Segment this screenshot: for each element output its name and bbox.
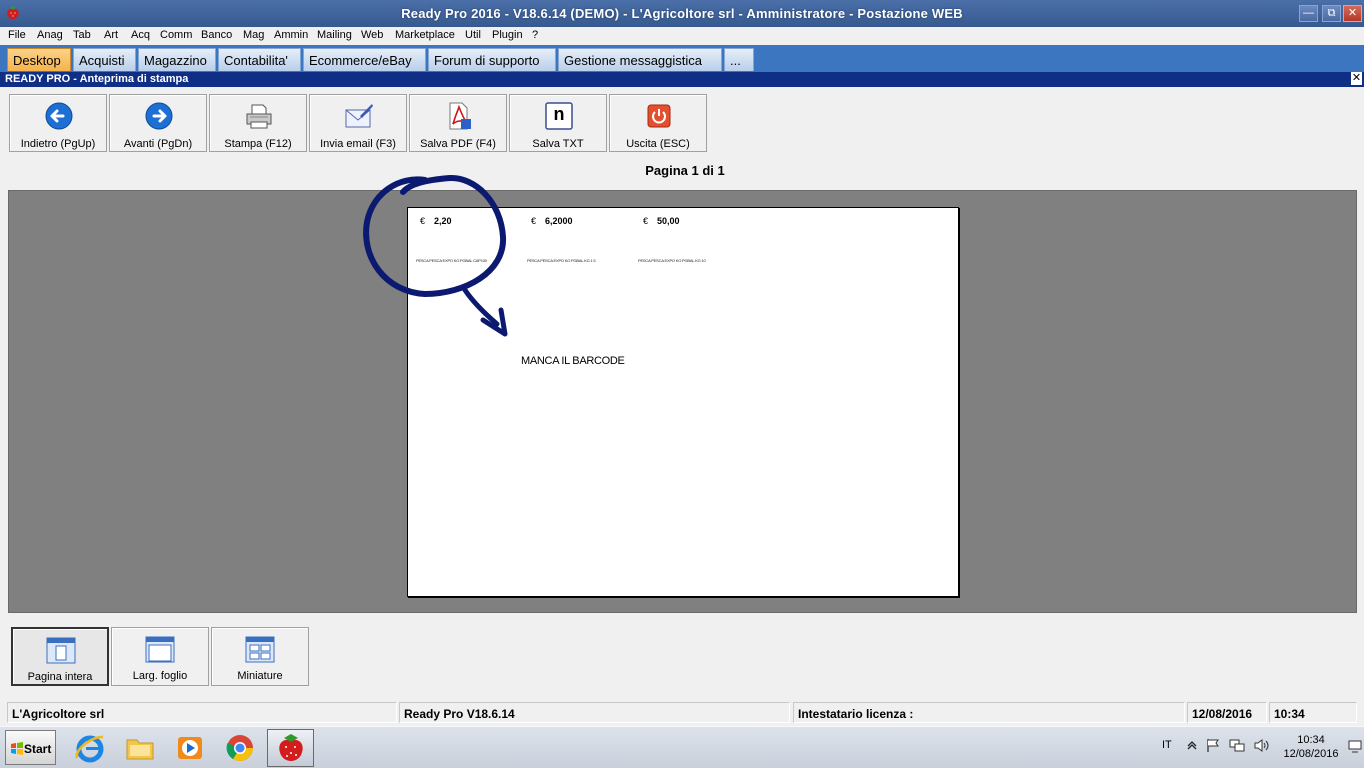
- tab-desktop[interactable]: Desktop: [7, 48, 71, 71]
- page-width-label: Larg. foglio: [132, 670, 188, 682]
- menu-comm[interactable]: Comm: [160, 29, 192, 41]
- save-pdf-label: Salva PDF (F4): [420, 138, 496, 150]
- page-width-icon: [145, 636, 175, 663]
- preview-close-button[interactable]: ✕: [1351, 72, 1362, 85]
- label-price-2: €6,2000: [531, 216, 573, 226]
- menu-anag[interactable]: Anag: [37, 29, 63, 41]
- hand-drawn-annotation: [363, 174, 508, 337]
- start-button[interactable]: Start: [5, 730, 56, 765]
- close-button[interactable]: ✕: [1343, 5, 1362, 22]
- label-description-3: PESCA PESCA EXPO KO PGBAL KG 10: [638, 258, 706, 263]
- file-explorer-icon[interactable]: [124, 732, 156, 764]
- menu-marketplace[interactable]: Marketplace: [395, 29, 455, 41]
- network-icon[interactable]: [1229, 738, 1245, 753]
- arrow-left-icon: [45, 102, 73, 130]
- menu-mailing[interactable]: Mailing: [317, 29, 352, 41]
- exit-button[interactable]: Uscita (ESC): [609, 94, 707, 152]
- status-company: L'Agricoltore srl: [7, 702, 397, 723]
- print-label: Stampa (F12): [224, 138, 292, 150]
- arrow-right-icon: [145, 102, 173, 130]
- menu-util[interactable]: Util: [465, 29, 481, 41]
- internet-explorer-icon[interactable]: [74, 732, 106, 764]
- strawberry-icon: [279, 734, 303, 761]
- menu-ammin[interactable]: Ammin: [274, 29, 308, 41]
- menu-mag[interactable]: Mag: [243, 29, 264, 41]
- taskbar: Start IT 10:34 12/08/2016: [0, 726, 1364, 768]
- status-date: 12/08/2016: [1187, 702, 1267, 723]
- menu-art[interactable]: Art: [104, 29, 118, 41]
- thumbnails-label: Miniature: [237, 670, 283, 682]
- preview-window-title: READY PRO - Anteprima di stampa: [5, 73, 189, 85]
- system-clock[interactable]: 10:34 12/08/2016: [1278, 733, 1344, 761]
- preview-window-header: READY PRO - Anteprima di stampa ✕: [0, 72, 1364, 87]
- action-center-flag-icon[interactable]: [1206, 738, 1220, 753]
- notification-icon[interactable]: [1348, 740, 1362, 753]
- forward-label: Avanti (PgDn): [123, 138, 193, 150]
- txt-glyph: n: [553, 104, 565, 124]
- menu-web[interactable]: Web: [361, 29, 383, 41]
- tab-contabilita[interactable]: Contabilita': [218, 48, 301, 71]
- label-price-3: €50,00: [643, 216, 680, 226]
- title-bar: Ready Pro 2016 - V18.6.14 (DEMO) - L'Agr…: [0, 0, 1364, 27]
- show-hidden-icons-icon[interactable]: [1187, 740, 1197, 750]
- pdf-icon: [449, 102, 471, 130]
- windows-logo-icon: [11, 742, 23, 755]
- status-license: Intestatario licenza :: [793, 702, 1185, 723]
- tab-acquisti[interactable]: Acquisti: [73, 48, 136, 71]
- tab-ecommerce[interactable]: Ecommerce/eBay: [303, 48, 426, 71]
- save-txt-label: Salva TXT: [532, 138, 584, 150]
- full-page-icon: [46, 637, 76, 664]
- tab-forum[interactable]: Forum di supporto: [428, 48, 556, 71]
- menu-acq[interactable]: Acq: [131, 29, 150, 41]
- save-txt-button[interactable]: n Salva TXT: [509, 94, 607, 152]
- save-pdf-button[interactable]: Salva PDF (F4): [409, 94, 507, 152]
- page-width-view-button[interactable]: Larg. foglio: [111, 627, 209, 686]
- page-indicator: Pagina 1 di 1: [645, 163, 725, 178]
- menu-file[interactable]: File: [8, 29, 26, 41]
- media-player-icon[interactable]: [174, 732, 206, 764]
- send-email-button[interactable]: Invia email (F3): [309, 94, 407, 152]
- full-page-label: Pagina intera: [27, 671, 93, 683]
- tab-messaggistica[interactable]: Gestione messaggistica: [558, 48, 722, 71]
- volume-icon[interactable]: [1253, 738, 1271, 753]
- exit-label: Uscita (ESC): [626, 138, 690, 150]
- language-indicator[interactable]: IT: [1162, 739, 1172, 751]
- power-icon: [647, 104, 671, 128]
- label-description-2: PESCA PESCA EXPO KO PGBAL KG 1 5: [527, 258, 596, 263]
- maximize-button[interactable]: ⧉: [1322, 5, 1341, 22]
- menu-help[interactable]: ?: [532, 29, 538, 41]
- forward-button[interactable]: Avanti (PgDn): [109, 94, 207, 152]
- missing-barcode-note: MANCA IL BARCODE: [521, 355, 625, 367]
- email-icon: [345, 104, 373, 128]
- send-email-label: Invia email (F3): [320, 138, 396, 150]
- thumbnails-icon: [245, 636, 275, 663]
- tab-more[interactable]: ...: [724, 48, 754, 71]
- print-button[interactable]: Stampa (F12): [209, 94, 307, 152]
- back-label: Indietro (PgUp): [20, 138, 96, 150]
- thumbnails-view-button[interactable]: Miniature: [211, 627, 309, 686]
- clock-time: 10:34: [1297, 734, 1325, 746]
- tab-magazzino[interactable]: Magazzino: [138, 48, 216, 71]
- status-time: 10:34: [1269, 702, 1357, 723]
- minimize-button[interactable]: —: [1299, 5, 1318, 22]
- back-button[interactable]: Indietro (PgUp): [9, 94, 107, 152]
- menu-bar: File Anag Tab Art Acq Comm Banco Mag Amm…: [0, 27, 1364, 45]
- chrome-icon[interactable]: [224, 732, 256, 764]
- printer-icon: [246, 104, 272, 129]
- tab-bar: Desktop Acquisti Magazzino Contabilita' …: [0, 45, 1364, 72]
- status-version: Ready Pro V18.6.14: [399, 702, 790, 723]
- full-page-view-button[interactable]: Pagina intera: [11, 627, 109, 686]
- menu-plugin[interactable]: Plugin: [492, 29, 523, 41]
- readypro-taskbar-button[interactable]: [267, 729, 314, 767]
- status-bar: L'Agricoltore srl Ready Pro V18.6.14 Int…: [0, 701, 1364, 725]
- window-title: Ready Pro 2016 - V18.6.14 (DEMO) - L'Agr…: [401, 6, 963, 21]
- start-label: Start: [24, 742, 52, 756]
- clock-date: 12/08/2016: [1283, 748, 1339, 760]
- menu-banco[interactable]: Banco: [201, 29, 232, 41]
- menu-tab[interactable]: Tab: [73, 29, 91, 41]
